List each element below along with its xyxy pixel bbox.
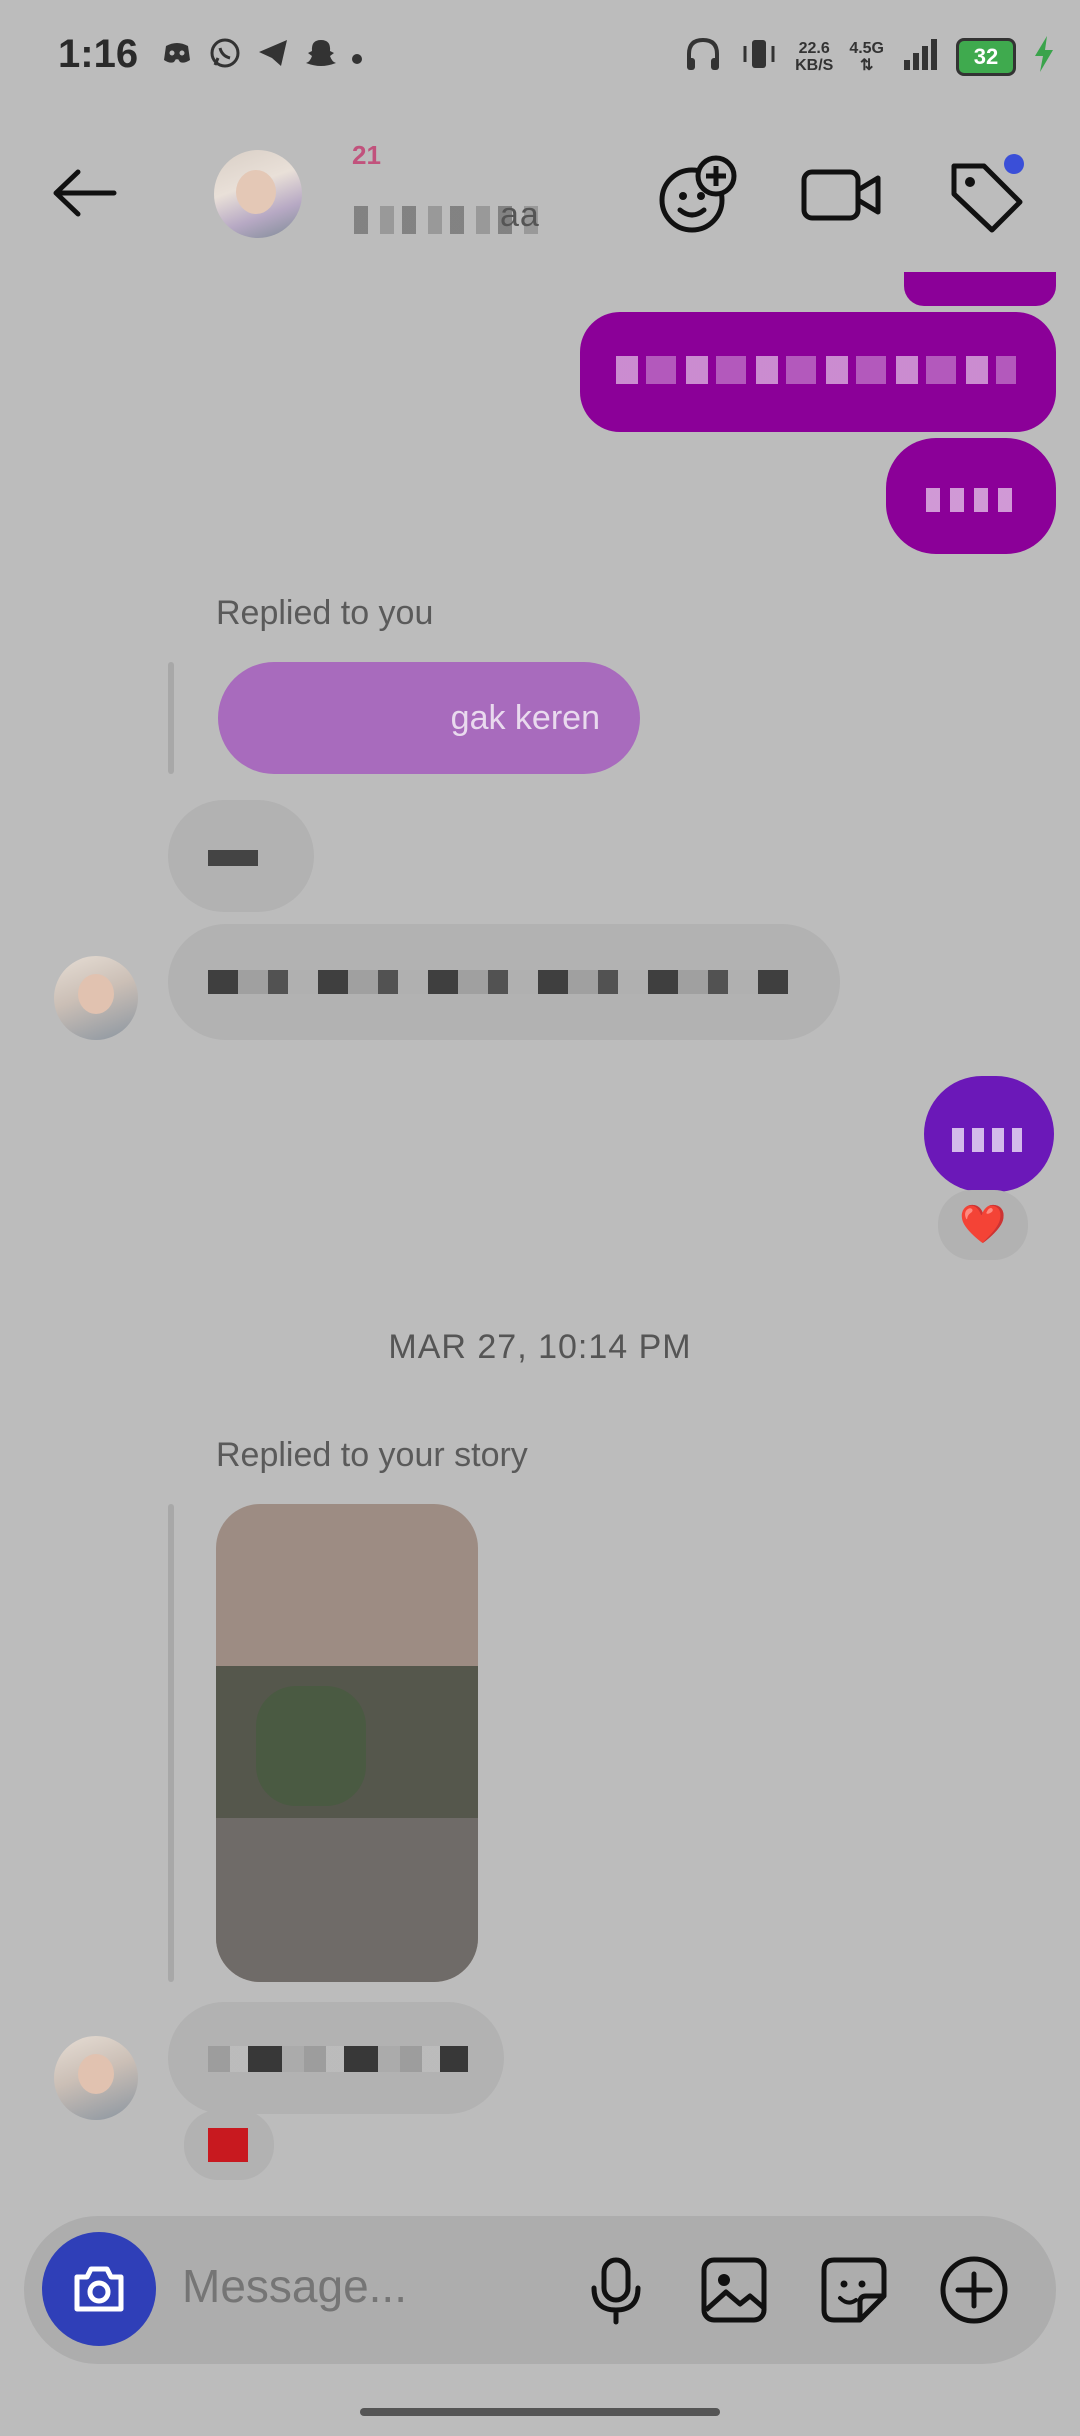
- incoming-message-short[interactable]: [168, 800, 314, 912]
- charging-icon: [1032, 34, 1056, 79]
- tag-icon: [951, 154, 1024, 233]
- tag-button[interactable]: [940, 150, 1030, 240]
- camera-button[interactable]: [42, 2232, 156, 2346]
- video-camera-icon: [801, 169, 881, 221]
- outgoing-message-small[interactable]: [924, 1076, 1054, 1192]
- status-system-icons: 22.6 KB/S 4.5G ⇅ 32: [683, 34, 1056, 79]
- story-reply-indicator-bar: [168, 1504, 174, 1982]
- blurred-text: [926, 488, 1016, 512]
- sender-avatar[interactable]: [54, 2036, 138, 2120]
- contact-name[interactable]: aa: [500, 196, 540, 235]
- outgoing-message-short[interactable]: [886, 438, 1056, 554]
- status-time: 1:16: [58, 32, 139, 76]
- blurred-text: [616, 356, 1016, 384]
- discord-icon: [160, 36, 194, 70]
- message-input[interactable]: [180, 2258, 564, 2314]
- voice-message-button[interactable]: [576, 2250, 656, 2330]
- network-speed-value: 22.6: [798, 39, 830, 57]
- image-icon: [701, 2257, 767, 2323]
- data-arrows-icon: ⇅: [859, 56, 874, 74]
- microphone-icon: [591, 2257, 641, 2325]
- sticker-button[interactable]: [814, 2250, 894, 2330]
- network-type: 4.5G ⇅: [849, 40, 884, 74]
- reply-indicator-bar: [168, 662, 174, 774]
- date-separator: MAR 27, 10:14 PM: [388, 1328, 692, 1366]
- replied-to-story-label: Replied to your story: [216, 1436, 528, 1474]
- outgoing-message[interactable]: [580, 312, 1056, 432]
- whatsapp-icon: [208, 36, 242, 70]
- blurred-text: [952, 1128, 1022, 1152]
- more-notifications-dot: [352, 54, 362, 64]
- blurred-text: [208, 850, 258, 866]
- outgoing-message-partial[interactable]: [904, 272, 1056, 306]
- replied-message-bubble[interactable]: gak keren: [218, 662, 640, 774]
- sender-avatar[interactable]: [54, 956, 138, 1040]
- network-type-label: 4.5G: [849, 39, 884, 57]
- blurred-text: [208, 970, 788, 994]
- plus-circle-icon: [940, 2256, 1008, 2324]
- status-notification-icons: [160, 36, 362, 70]
- blurred-text: [208, 2046, 468, 2072]
- telegram-icon: [256, 36, 290, 70]
- headphones-icon: [683, 34, 723, 79]
- story-image-bottom: [216, 1818, 478, 1982]
- back-button[interactable]: [44, 158, 124, 228]
- heart-reaction-small[interactable]: [184, 2110, 274, 2180]
- network-speed-unit: KB/S: [795, 56, 834, 74]
- gallery-button[interactable]: [694, 2250, 774, 2330]
- more-options-button[interactable]: [934, 2250, 1014, 2330]
- back-arrow-icon: [53, 169, 117, 217]
- network-speed: 22.6 KB/S: [795, 40, 833, 74]
- sticker-icon: [821, 2257, 887, 2323]
- home-indicator[interactable]: [360, 2408, 720, 2416]
- battery-indicator: 32: [956, 37, 1016, 76]
- vibrate-icon: [739, 34, 779, 79]
- incoming-message[interactable]: [168, 924, 840, 1040]
- replied-message-text: gak keren: [450, 698, 600, 737]
- snapchat-icon: [304, 36, 338, 70]
- heart-reaction[interactable]: ❤️: [938, 1190, 1028, 1260]
- smiley-plus-icon: [659, 155, 737, 233]
- heart-icon: [208, 2128, 248, 2162]
- camera-icon: [74, 2266, 124, 2312]
- incoming-story-reply[interactable]: [168, 2002, 504, 2114]
- video-call-button[interactable]: [796, 150, 886, 240]
- replied-to-you-label: Replied to you: [216, 594, 434, 632]
- name-badge-number: 21: [352, 140, 381, 170]
- signal-icon: [900, 34, 940, 79]
- contact-avatar[interactable]: [214, 150, 302, 238]
- chat-header: [0, 120, 1080, 270]
- story-thumbnail[interactable]: [216, 1504, 478, 1982]
- games-effects-button[interactable]: [652, 150, 742, 240]
- story-image-content: [216, 1666, 478, 1818]
- notification-dot: [1004, 154, 1024, 174]
